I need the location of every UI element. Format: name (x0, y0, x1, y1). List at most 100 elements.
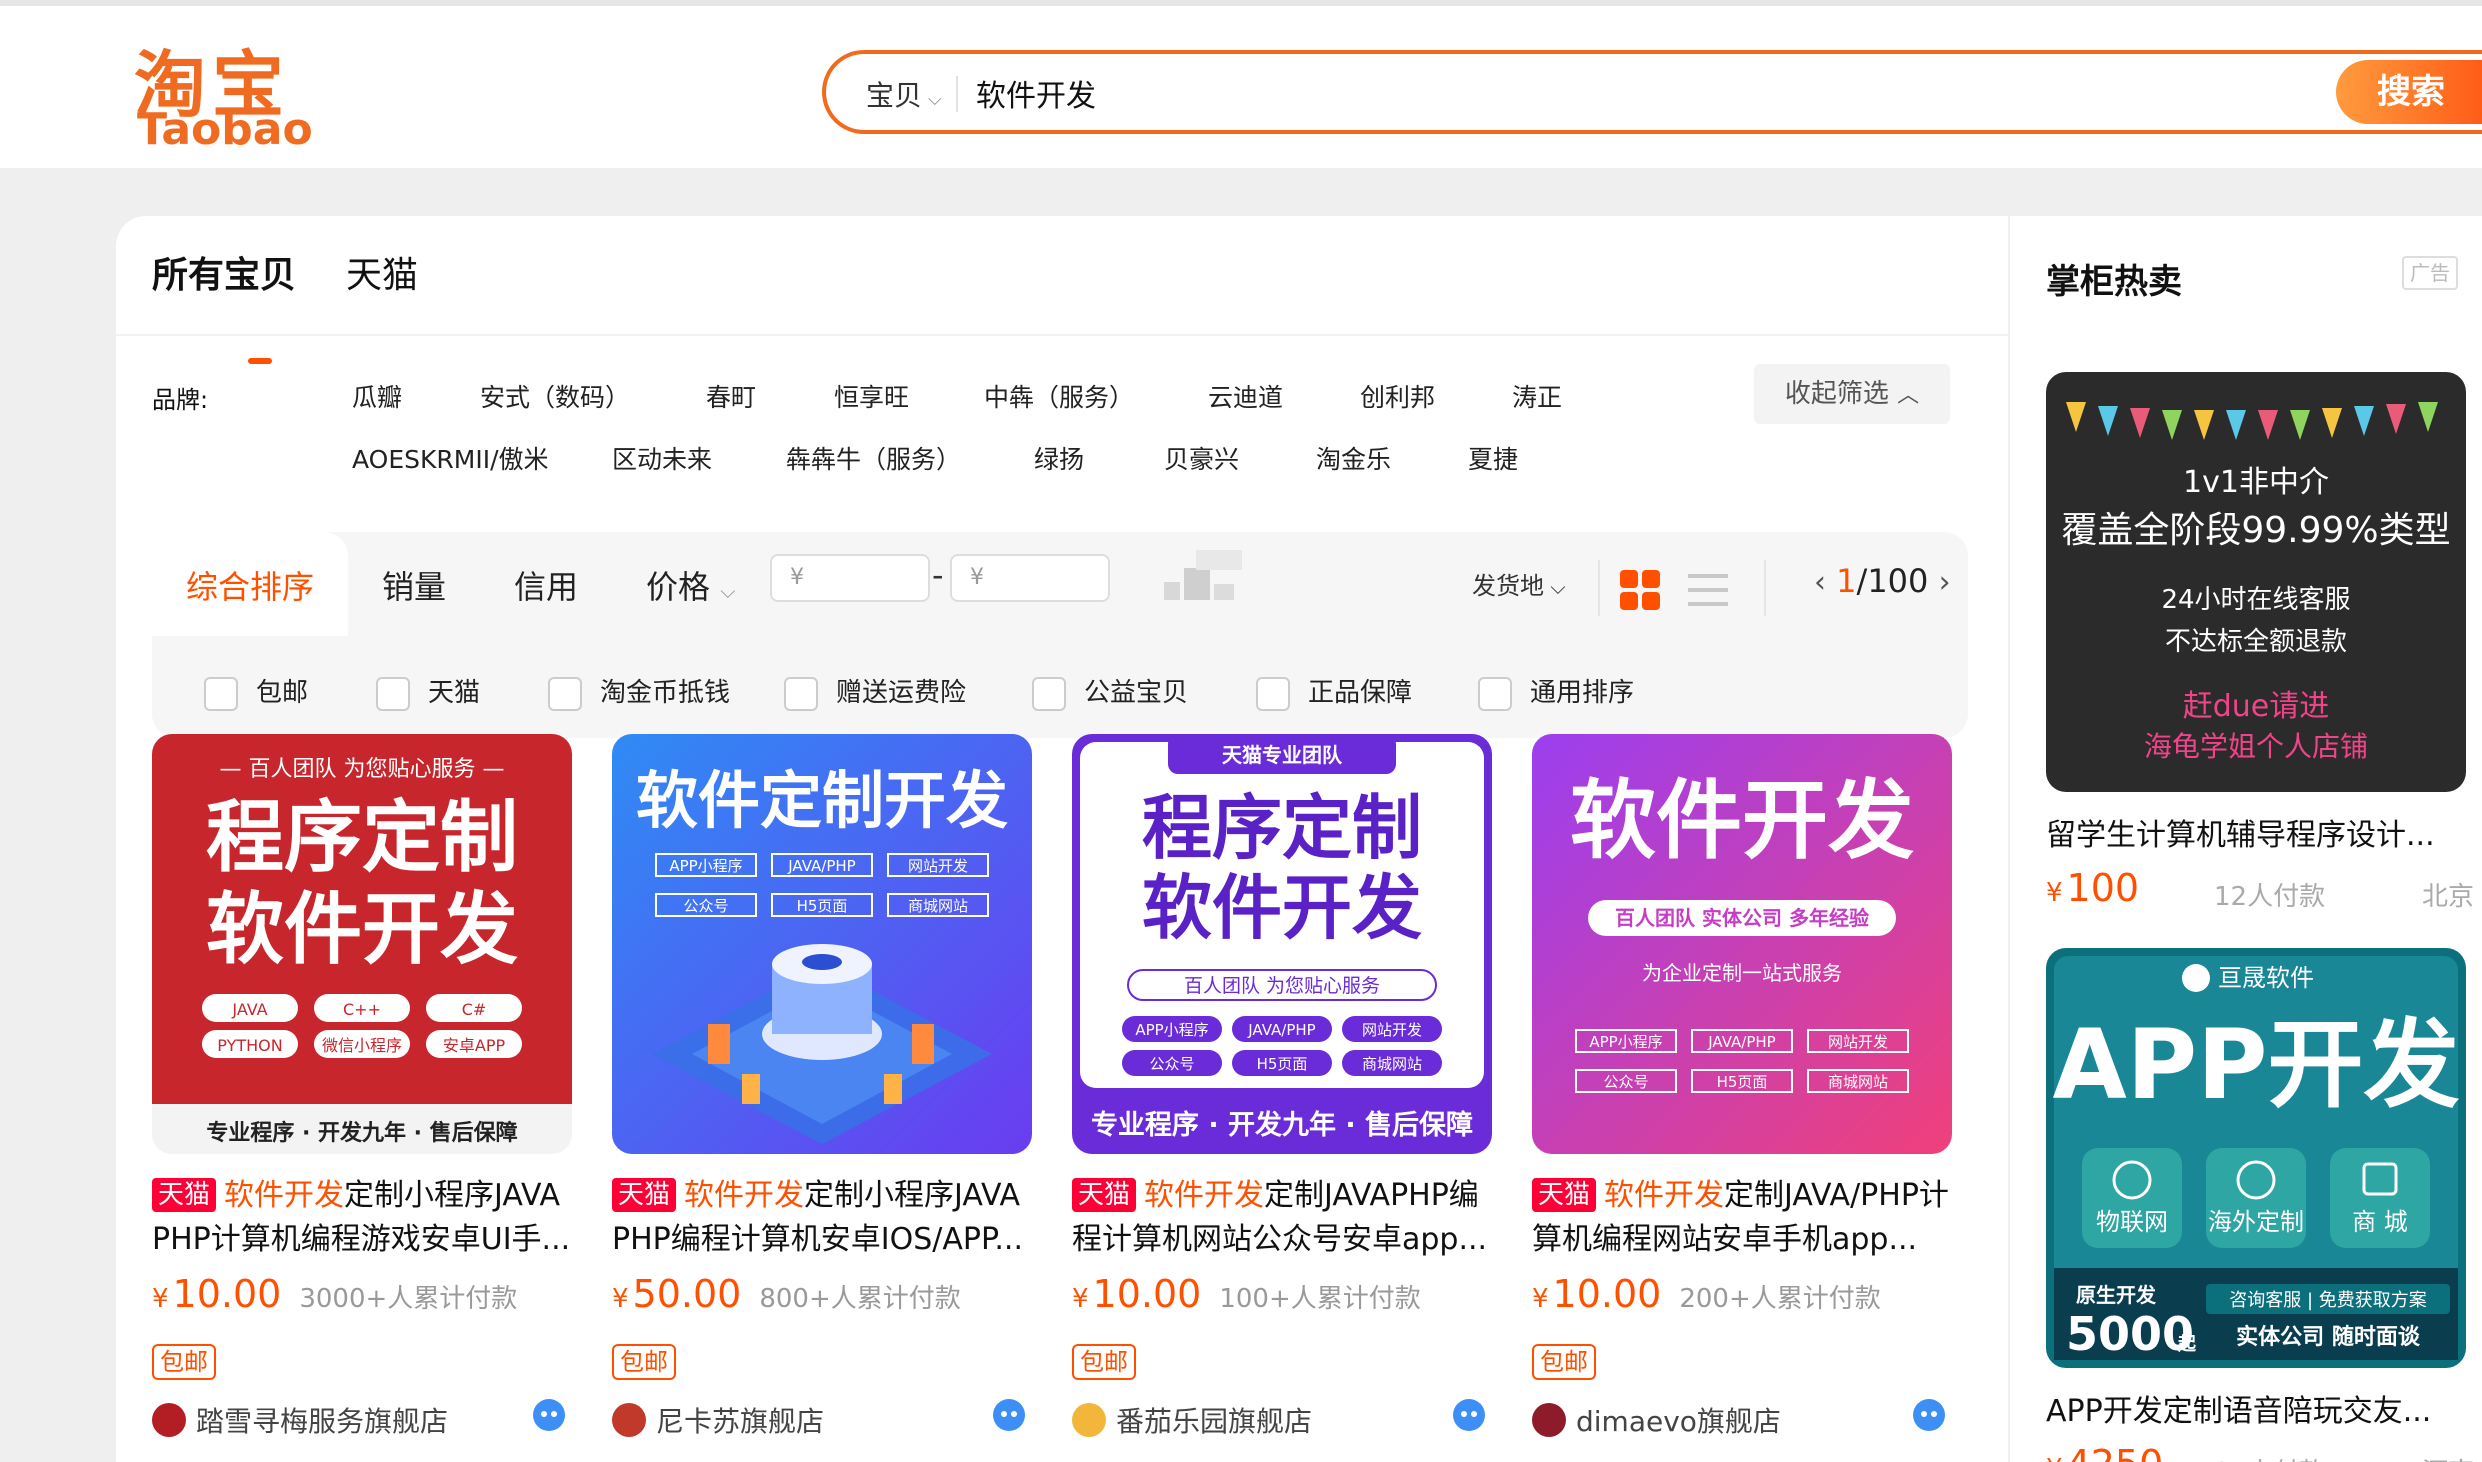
search-button[interactable]: 搜索 (2336, 60, 2482, 124)
brand-option[interactable]: 区动未来 (612, 440, 712, 476)
image-text: 实体公司 随时面谈 (2236, 1324, 2421, 1350)
tmall-badge: 天猫 (1072, 1178, 1137, 1212)
product-card[interactable]: — 百人团队 为您贴心服务 — 程序定制 软件开发 JAVA C++ C# PY… (152, 734, 572, 1438)
currency-symbol: ¥ (2046, 878, 2063, 908)
product-image[interactable]: 软件开发 百人团队 实体公司 多年经验 为企业定制一站式服务 APP小程序 JA… (1532, 734, 1952, 1154)
filter-genuine[interactable]: 正品保障 (1256, 672, 1412, 711)
brand-option[interactable]: 恒享旺 (834, 378, 909, 414)
shop-avatar (152, 1403, 186, 1437)
brand-option[interactable]: 贝豪兴 (1164, 440, 1239, 476)
image-text: 公众号 (1603, 1073, 1648, 1091)
brand-option[interactable]: 春町 (706, 378, 756, 414)
checkbox[interactable] (784, 676, 818, 711)
product-image[interactable]: 天猫专业团队 程序定制 软件开发 百人团队 为您贴心服务 APP小程序 JAVA… (1072, 734, 1492, 1154)
title-highlight: 软件开发 (1604, 1178, 1725, 1213)
product-image[interactable]: — 百人团队 为您贴心服务 — 程序定制 软件开发 JAVA C++ C# PY… (152, 734, 572, 1154)
product-title[interactable]: 天猫 软件开发定制JAVA/PHP计算机编程网站安卓手机app... (1532, 1174, 1952, 1262)
currency-symbol: ¥ (152, 1284, 169, 1314)
filter-free-shipping[interactable]: 包邮 (204, 672, 308, 711)
brand-option[interactable]: 安式（数码） (480, 378, 630, 414)
promoted-item[interactable]: 1v1非中介 覆盖全阶段99.99%类型 24小时在线客服 不达标全额退款 赶d… (2046, 372, 2474, 914)
product-title[interactable]: 天猫 软件开发定制JAVAPHP编程计算机网站公众号安卓app... (1072, 1174, 1492, 1262)
product-image[interactable]: 软件定制开发 APP小程序 JAVA/PHP 网站开发 公众号 H5页面 商城网… (612, 734, 1032, 1154)
promoted-item-name[interactable]: APP开发定制语音陪玩交友... (2046, 1386, 2446, 1430)
brand-option[interactable]: 绿扬 (1034, 440, 1084, 476)
pagination: ‹ 1/100 › (1814, 562, 1951, 600)
tab-all-items[interactable]: 所有宝贝 (152, 246, 296, 298)
page-current: 1 (1836, 562, 1857, 600)
promoted-item-price: ¥4250 (2046, 1442, 2163, 1462)
image-text: 安卓APP (443, 1036, 506, 1055)
brand-filter-label: 品牌: (152, 386, 209, 414)
filter-shipping-insurance[interactable]: 赠送运费险 (784, 672, 966, 711)
image-text: 百人团队 为您贴心服务 (1184, 975, 1380, 997)
currency-symbol: ¥ (2046, 1454, 2063, 1462)
title-highlight: 软件开发 (1144, 1178, 1265, 1213)
product-card[interactable]: 软件定制开发 APP小程序 JAVA/PHP 网站开发 公众号 H5页面 商城网… (612, 734, 1032, 1438)
promoted-item-name[interactable]: 留学生计算机辅导程序设计... (2046, 810, 2446, 854)
chevron-right-icon[interactable]: › (1939, 565, 1951, 600)
price-max-input[interactable]: ¥ (950, 554, 1110, 602)
tab-tmall[interactable]: 天猫 (346, 246, 418, 298)
image-text: 5000 (2066, 1307, 2194, 1361)
image-text: 海外定制 (2208, 1208, 2304, 1236)
product-title[interactable]: 天猫 软件开发定制小程序JAVA PHP编程计算机安卓IOS/APP... (612, 1174, 1032, 1262)
filter-tmall[interactable]: 天猫 (376, 672, 480, 711)
image-text: 物联网 (2096, 1208, 2168, 1236)
wangwang-chat-icon[interactable] (532, 1398, 566, 1432)
brand-option[interactable]: 涛正 (1512, 378, 1562, 414)
brand-option[interactable]: 瓜瓣 (352, 378, 402, 414)
price-distribution-icon[interactable] (1160, 544, 1246, 604)
price-min-input[interactable]: ¥ (770, 554, 930, 602)
grid-view-icon[interactable] (1620, 570, 1660, 610)
free-shipping-badge: 包邮 (612, 1344, 676, 1380)
wangwang-chat-icon[interactable] (1452, 1398, 1486, 1432)
shop-link[interactable]: 番茄乐园旗舰店 (1072, 1400, 1312, 1440)
ship-from-select[interactable]: 发货地 ⌵ (1472, 566, 1566, 601)
promoted-item[interactable]: 亘晟软件 APP开发 物联网 海外定制 商 城 原生开发 5000 起 咨询客服… (2046, 948, 2474, 1462)
sort-credit[interactable]: 信用 (514, 562, 578, 608)
image-text: 公众号 (1149, 1055, 1194, 1073)
collapse-filter-button[interactable]: 收起筛选 ︿ (1754, 364, 1950, 424)
list-view-icon[interactable] (1688, 570, 1728, 610)
checkbox[interactable] (376, 676, 410, 711)
image-text: 网站开发 (1362, 1021, 1422, 1039)
sort-sales[interactable]: 销量 (382, 562, 446, 608)
promoted-item-image[interactable]: 亘晟软件 APP开发 物联网 海外定制 商 城 原生开发 5000 起 咨询客服… (2046, 948, 2466, 1368)
brand-option[interactable]: 淘金乐 (1316, 440, 1391, 476)
hot-sale-title: 掌柜热卖 (2046, 262, 2182, 302)
shop-link[interactable]: dimaevo旗舰店 (1532, 1400, 1781, 1440)
shop-name: 番茄乐园旗舰店 (1116, 1405, 1313, 1438)
filter-general-sort[interactable]: 通用排序 (1478, 672, 1634, 711)
image-text: 24小时在线客服 (2161, 585, 2350, 615)
brand-option[interactable]: 云迪道 (1208, 378, 1283, 414)
product-title[interactable]: 天猫 软件开发定制小程序JAVA PHP计算机编程游戏安卓UI手... (152, 1174, 572, 1262)
product-card[interactable]: 软件开发 百人团队 实体公司 多年经验 为企业定制一站式服务 APP小程序 JA… (1532, 734, 1952, 1438)
search-input[interactable] (976, 68, 2076, 118)
product-card[interactable]: 天猫专业团队 程序定制 软件开发 百人团队 为您贴心服务 APP小程序 JAVA… (1072, 734, 1492, 1438)
sort-default[interactable]: 综合排序 (186, 562, 314, 608)
search-category-select[interactable]: 宝贝 ⌵ (866, 74, 942, 114)
brand-option[interactable]: 犇犇牛（服务） (786, 440, 961, 476)
shop-link[interactable]: 踏雪寻梅服务旗舰店 (152, 1400, 448, 1440)
checkbox[interactable] (548, 676, 582, 711)
wangwang-chat-icon[interactable] (1912, 1398, 1946, 1432)
sort-price[interactable]: 价格 ⌵ (646, 562, 735, 608)
checkbox[interactable] (1256, 676, 1290, 711)
shop-link[interactable]: 尼卡苏旗舰店 (612, 1400, 824, 1440)
brand-option[interactable]: AOESKRMII/傲米 (352, 440, 549, 476)
chevron-left-icon[interactable]: ‹ (1814, 565, 1826, 600)
checkbox[interactable] (1478, 676, 1512, 711)
promoted-item-image[interactable]: 1v1非中介 覆盖全阶段99.99%类型 24小时在线客服 不达标全额退款 赶d… (2046, 372, 2466, 792)
brand-option[interactable]: 创利邦 (1360, 378, 1435, 414)
image-text: 1v1非中介 (2183, 465, 2329, 500)
brand-option[interactable]: 夏捷 (1468, 440, 1518, 476)
filter-charity[interactable]: 公益宝贝 (1032, 672, 1188, 711)
checkbox[interactable] (204, 676, 238, 711)
divider (956, 76, 958, 112)
filter-taojinbi[interactable]: 淘金币抵钱 (548, 672, 730, 711)
checkbox[interactable] (1032, 676, 1066, 711)
image-text: 海龟学姐个人店铺 (2144, 730, 2368, 763)
brand-option[interactable]: 中犇（服务） (984, 378, 1134, 414)
wangwang-chat-icon[interactable] (992, 1398, 1026, 1432)
